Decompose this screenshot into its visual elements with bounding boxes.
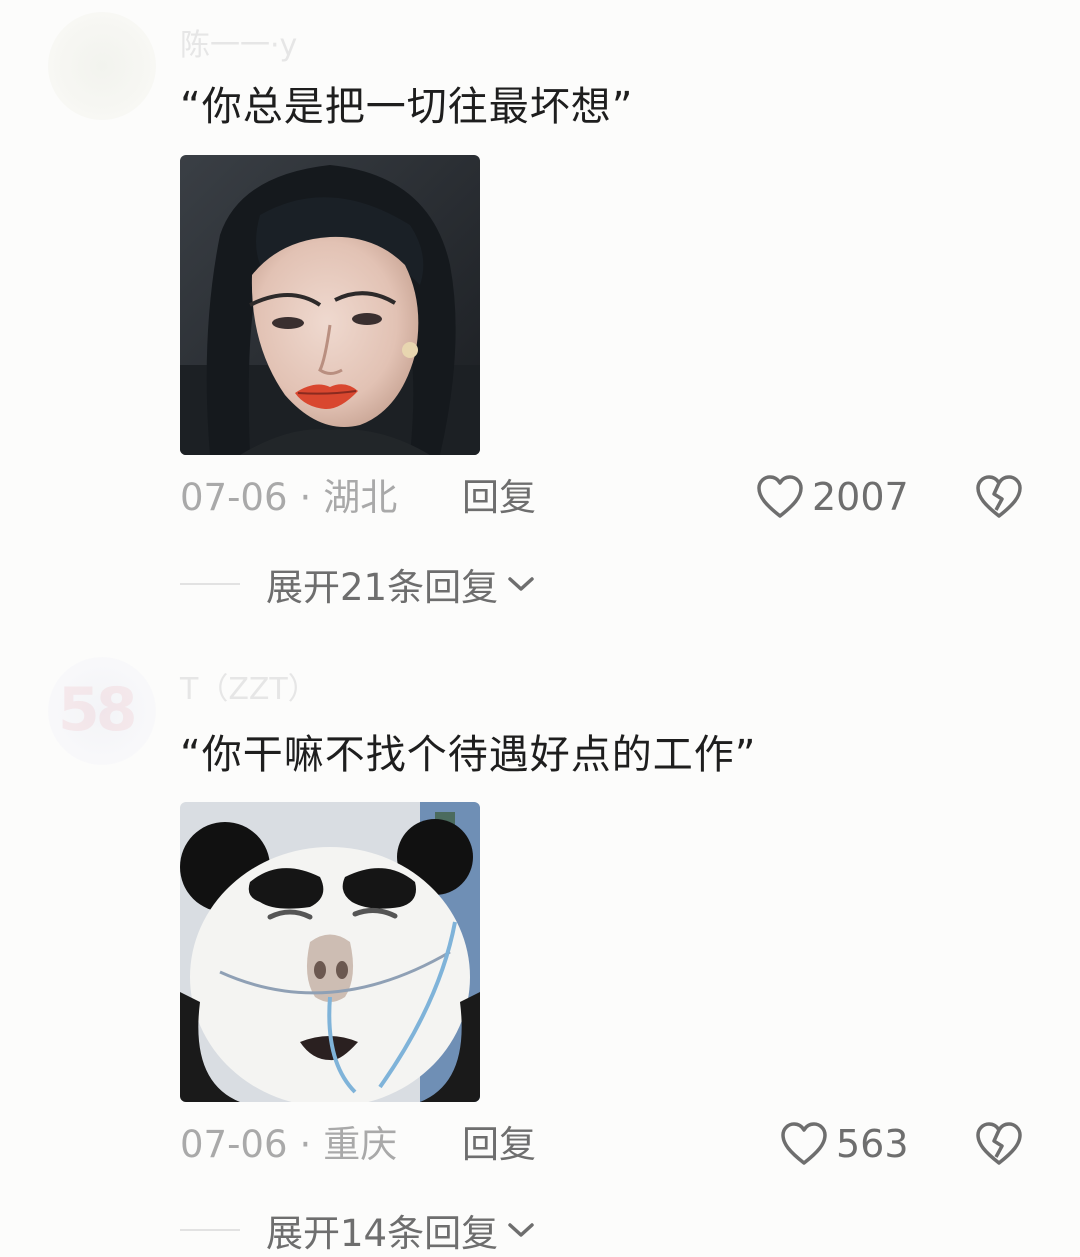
chevron-down-icon: [508, 577, 534, 591]
like-button[interactable]: 2007: [756, 472, 909, 522]
comment-text: “你总是把一切往最坏想”: [180, 84, 634, 130]
expand-replies-label: 展开21条回复: [266, 566, 499, 609]
username[interactable]: T（ZZT）: [180, 664, 318, 707]
like-count: 563: [836, 1122, 909, 1166]
panda-meme-image: [180, 802, 480, 1102]
expand-replies-button[interactable]: 展开21条回复: [180, 562, 536, 609]
comment-date: 07-06: [180, 476, 288, 519]
avatar[interactable]: 58: [48, 657, 156, 765]
comment-meta: 07-06 · 重庆: [180, 1123, 397, 1167]
divider-dash: [180, 583, 240, 585]
like-count: 2007: [812, 475, 909, 519]
reply-button[interactable]: 回复: [462, 1123, 536, 1167]
heart-outline-icon: [757, 475, 803, 518]
avatar-text: 58: [58, 675, 137, 745]
like-button[interactable]: 563: [780, 1119, 909, 1169]
meta-separator: ·: [299, 476, 312, 519]
comment-image[interactable]: [180, 802, 480, 1102]
comment-date: 07-06: [180, 1123, 288, 1166]
heart-outline-icon: [781, 1122, 827, 1165]
comment-text: “你干嘛不找个待遇好点的工作”: [180, 732, 757, 778]
comment-location: 重庆: [323, 1123, 398, 1166]
meta-separator: ·: [299, 1123, 312, 1166]
expand-replies-label: 展开14条回复: [266, 1212, 499, 1255]
woman-meme-image: [180, 155, 480, 455]
comment-image[interactable]: [180, 155, 480, 455]
comment-meta: 07-06 · 湖北: [180, 476, 397, 520]
expand-replies-button[interactable]: 展开14条回复: [180, 1208, 536, 1255]
divider-dash: [180, 1229, 240, 1231]
broken-heart-icon[interactable]: [974, 1119, 1024, 1169]
broken-heart-icon[interactable]: [974, 472, 1024, 522]
comment-location: 湖北: [323, 476, 398, 519]
reply-button[interactable]: 回复: [462, 476, 536, 520]
avatar[interactable]: [48, 12, 156, 120]
username[interactable]: 陈一一·y: [180, 20, 297, 63]
chevron-down-icon: [508, 1223, 534, 1237]
